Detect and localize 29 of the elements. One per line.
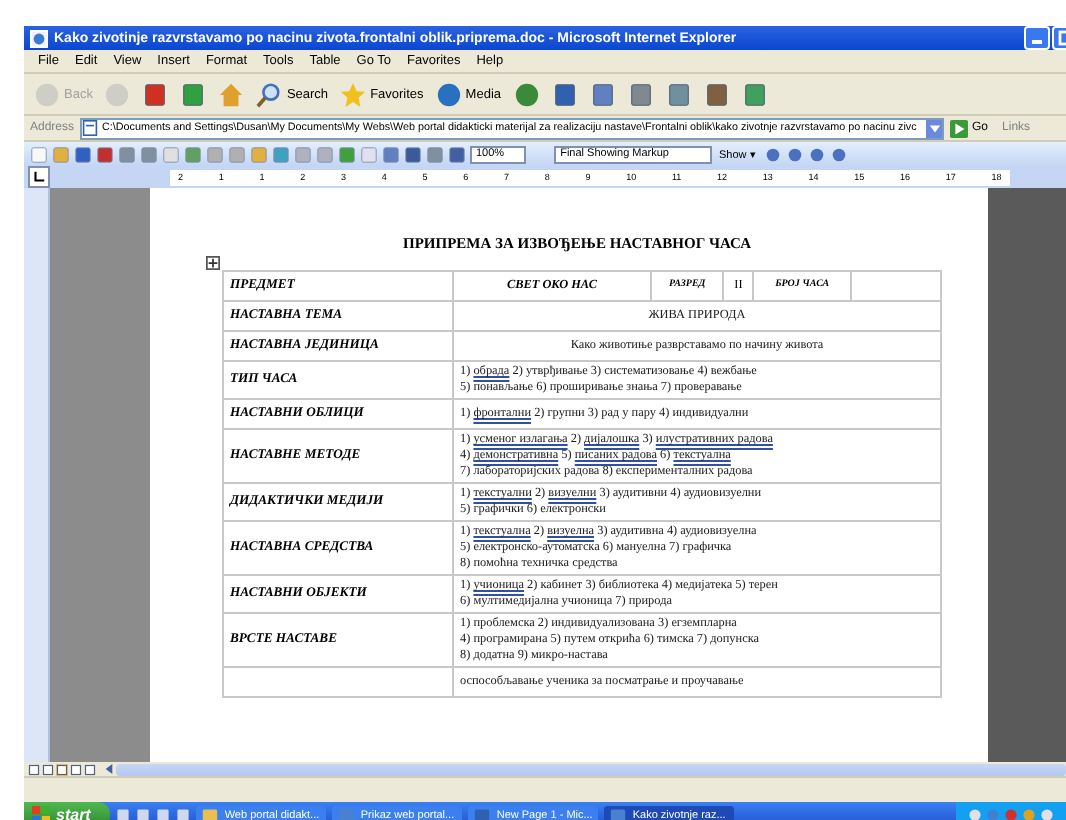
envelope-icon <box>589 81 616 107</box>
notepad-icon <box>665 81 692 107</box>
dropdown-button[interactable] <box>926 119 943 137</box>
star-icon <box>340 81 367 107</box>
table-move-handle[interactable] <box>206 256 220 270</box>
tab-selector[interactable] <box>28 166 50 188</box>
search-icon <box>256 81 283 107</box>
left-arrow-icon <box>103 764 113 774</box>
figure-icon <box>741 81 768 107</box>
windows-flag-icon <box>32 806 50 820</box>
window-icon <box>610 807 627 820</box>
minimize-button[interactable] <box>1024 26 1050 50</box>
tab-stop-icon <box>32 170 46 184</box>
clock-icon <box>513 81 540 107</box>
document-icon <box>551 81 578 107</box>
window-icon <box>202 807 219 820</box>
globe-icon <box>435 81 462 107</box>
caret-icon <box>927 121 942 135</box>
play-arrow-icon <box>950 119 969 137</box>
browser-icon <box>30 29 48 47</box>
window-icon <box>474 807 491 820</box>
refresh-icon <box>180 81 207 107</box>
book-icon <box>703 81 730 107</box>
window-icon <box>338 807 355 820</box>
house-icon <box>218 81 245 107</box>
document-icon <box>82 120 99 136</box>
stop-icon <box>142 81 169 107</box>
horizontal-scrollbar[interactable] <box>116 763 1066 775</box>
printer-icon <box>627 81 654 107</box>
